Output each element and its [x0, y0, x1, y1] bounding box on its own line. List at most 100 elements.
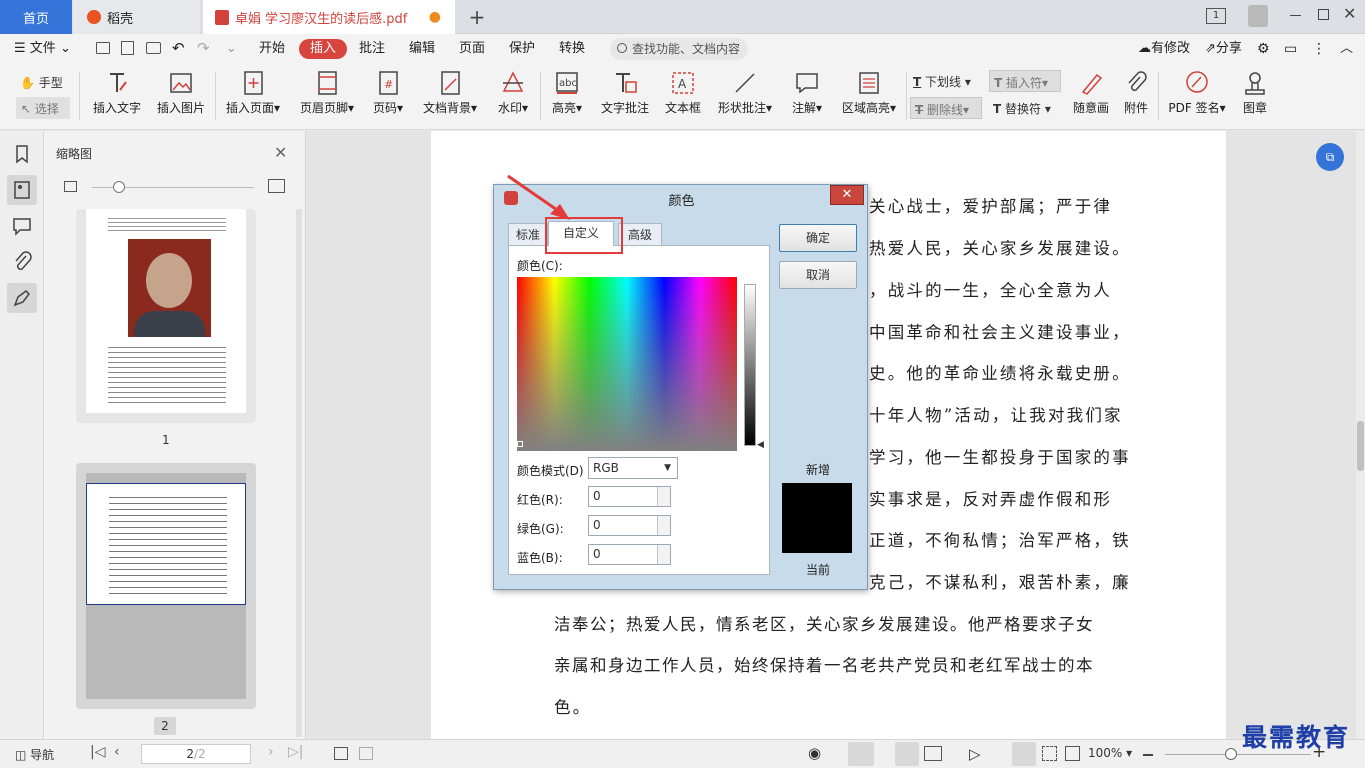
luminance-slider[interactable]: [744, 284, 756, 446]
freehand-button[interactable]: 随意画: [1071, 70, 1111, 116]
thumbnail-page-2[interactable]: [76, 463, 256, 709]
menu-insert[interactable]: 插入: [299, 39, 348, 59]
tab-pdf-document[interactable]: 卓娟 学习廖汉生的读后感.pdf ●: [203, 0, 455, 34]
blue-stepper[interactable]: [657, 545, 670, 564]
restore-icon[interactable]: [1318, 9, 1329, 20]
zoom-out-icon[interactable]: [1143, 754, 1153, 756]
next-page-icon[interactable]: ›: [268, 744, 274, 760]
more-icon[interactable]: ⋮: [1312, 39, 1326, 59]
header-footer-button[interactable]: 页眉页脚▾: [298, 70, 356, 116]
large-thumbnail-icon[interactable]: [268, 179, 285, 193]
doc-background-button[interactable]: 文档背景▾: [421, 70, 479, 116]
close-panel-icon[interactable]: ✕: [274, 143, 287, 162]
dialog-close-button[interactable]: ✕: [830, 185, 864, 205]
minimize-icon[interactable]: [1290, 15, 1301, 16]
insert-image-button[interactable]: 插入图片: [155, 70, 207, 116]
navigation-toggle[interactable]: ◫ 导航: [15, 746, 54, 763]
fit-page-icon[interactable]: [1042, 746, 1057, 761]
replace-mark-button[interactable]: T 替换符 ▾: [993, 100, 1051, 117]
green-input[interactable]: 0: [588, 515, 671, 536]
cancel-button[interactable]: 取消: [779, 261, 857, 289]
stamp-button[interactable]: 图章: [1240, 70, 1270, 116]
attachment-panel-icon[interactable]: [7, 247, 37, 277]
hand-tool[interactable]: ✋ 手型: [20, 74, 63, 91]
floating-assistant-icon[interactable]: ⧉: [1316, 143, 1344, 171]
tab-home[interactable]: 首页: [0, 0, 72, 34]
collapse-ribbon-icon[interactable]: ︿: [1340, 39, 1353, 59]
color-mode-select[interactable]: RGB ▼: [588, 457, 678, 479]
menu-protect[interactable]: 保护: [509, 39, 535, 59]
actual-size-icon[interactable]: [1012, 742, 1036, 766]
red-stepper[interactable]: [657, 487, 670, 506]
fit-width-icon[interactable]: [1065, 746, 1080, 761]
select-tool[interactable]: ↖ 选择: [16, 97, 70, 119]
page-number-button[interactable]: # 页码▾: [370, 70, 406, 116]
menu-page[interactable]: 页面: [459, 39, 485, 59]
attachment-button[interactable]: 附件: [1121, 70, 1151, 116]
watermark-button[interactable]: 水印▾: [494, 70, 532, 116]
thumbnail-page-1[interactable]: [76, 209, 256, 423]
cloud-status[interactable]: ☁有修改: [1138, 39, 1190, 59]
thumbnail-scrollbar[interactable]: [296, 209, 302, 737]
menu-convert[interactable]: 转换: [559, 39, 585, 59]
luminance-pointer-icon[interactable]: ◀: [757, 440, 764, 450]
first-page-icon[interactable]: |◁: [90, 744, 105, 760]
close-window-icon[interactable]: ✕: [1343, 4, 1356, 23]
bookmark-icon[interactable]: [7, 139, 37, 169]
page-number-input[interactable]: 2/2: [141, 744, 251, 764]
document-scrollbar[interactable]: [1356, 131, 1365, 739]
prev-page-icon[interactable]: ‹: [114, 744, 120, 760]
continuous-view-icon[interactable]: [895, 742, 919, 766]
feedback-icon[interactable]: ▭: [1284, 39, 1297, 59]
menu-start[interactable]: 开始: [259, 39, 285, 59]
underline-button[interactable]: T 下划线 ▾: [913, 73, 971, 90]
redo-icon[interactable]: ↷: [197, 38, 210, 58]
small-thumbnail-icon[interactable]: [64, 181, 77, 192]
forward-view-icon[interactable]: [359, 747, 373, 760]
comment-icon[interactable]: [7, 211, 37, 241]
textbox-button[interactable]: A 文本框: [664, 70, 702, 116]
pdf-sign-button[interactable]: PDF 签名▾: [1166, 70, 1228, 116]
area-highlight-button[interactable]: 区域高亮▾: [840, 70, 898, 116]
window-count-icon[interactable]: 1: [1206, 8, 1226, 24]
single-page-view-icon[interactable]: [848, 742, 874, 766]
menu-more-icon[interactable]: ⌄: [226, 39, 237, 59]
settings-icon[interactable]: ⚙: [1257, 39, 1270, 59]
spectrum-cursor[interactable]: [517, 441, 523, 447]
zoom-slider-handle[interactable]: [1225, 748, 1237, 760]
signature-panel-icon[interactable]: [7, 283, 37, 313]
play-icon[interactable]: ▷: [969, 745, 981, 763]
menu-edit[interactable]: 编辑: [409, 39, 435, 59]
insert-page-button[interactable]: 插入页面▾: [224, 70, 282, 116]
thumbnail-icon[interactable]: [7, 175, 37, 205]
zoom-select[interactable]: 100% ▾: [1088, 746, 1132, 760]
save-icon[interactable]: [121, 41, 134, 55]
blue-input[interactable]: 0: [588, 544, 671, 565]
avatar[interactable]: [1248, 5, 1268, 27]
scrollbar-thumb[interactable]: [1357, 421, 1364, 471]
print-icon[interactable]: [146, 42, 161, 54]
insert-text-button[interactable]: 插入文字: [92, 70, 142, 116]
search-input[interactable]: 查找功能、文档内容: [610, 38, 748, 60]
strikethrough-button[interactable]: T 删除线▾: [910, 97, 982, 119]
annotation-button[interactable]: 注解▾: [789, 70, 825, 116]
red-input[interactable]: 0: [588, 486, 671, 507]
text-comment-button[interactable]: 文字批注: [599, 70, 651, 116]
last-page-icon[interactable]: ▷|: [288, 744, 303, 760]
dual-page-view-icon[interactable]: [924, 746, 942, 761]
open-folder-icon[interactable]: [96, 42, 110, 54]
tab-docer[interactable]: 稻壳: [73, 0, 200, 34]
file-menu[interactable]: ☰ 文件 ⌄: [14, 39, 71, 59]
tab-advanced[interactable]: 高级: [618, 223, 662, 246]
undo-icon[interactable]: ↶: [172, 38, 185, 58]
eye-protection-icon[interactable]: ◉: [808, 744, 821, 762]
shape-comment-button[interactable]: 形状批注▾: [716, 70, 774, 116]
slider-handle[interactable]: [113, 181, 125, 193]
menu-comment[interactable]: 批注: [359, 39, 385, 59]
insert-mark-button[interactable]: T 插入符▾: [989, 70, 1061, 92]
green-stepper[interactable]: [657, 516, 670, 535]
ok-button[interactable]: 确定: [779, 224, 857, 252]
zoom-slider[interactable]: [1165, 754, 1311, 755]
highlight-button[interactable]: abc 高亮▾: [549, 70, 585, 116]
back-view-icon[interactable]: [334, 747, 348, 760]
